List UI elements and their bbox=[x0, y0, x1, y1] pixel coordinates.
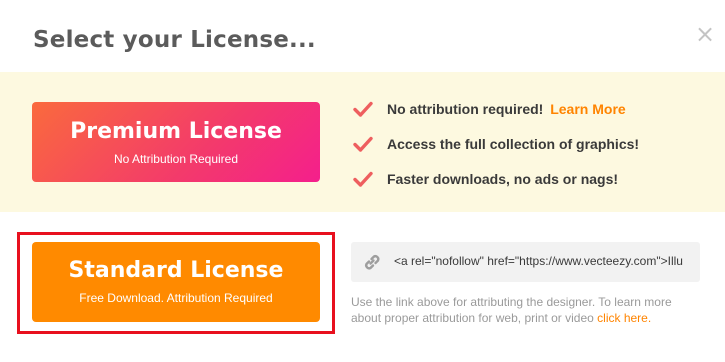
link-icon bbox=[365, 255, 380, 270]
attribution-note: Use the link above for attributing the d… bbox=[351, 294, 696, 326]
click-here-link[interactable]: click here. bbox=[597, 311, 651, 325]
attribution-code-text[interactable]: <a rel="nofollow" href="https://www.vect… bbox=[394, 254, 683, 268]
standard-license-subtitle: Free Download. Attribution Required bbox=[79, 291, 273, 305]
feature-item: No attribution required! Learn More bbox=[352, 98, 639, 133]
feature-text: Access the full collection of graphics! bbox=[387, 136, 640, 152]
feature-item: Faster downloads, no ads or nags! bbox=[352, 168, 639, 203]
modal-title: Select your License... bbox=[33, 27, 316, 53]
standard-license-button[interactable]: Standard License Free Download. Attribut… bbox=[32, 242, 320, 322]
check-icon bbox=[353, 136, 373, 152]
license-modal: Select your License... × Premium License… bbox=[0, 0, 725, 362]
check-icon bbox=[353, 171, 373, 187]
premium-license-subtitle: No Attribution Required bbox=[113, 152, 239, 166]
check-icon bbox=[353, 101, 373, 117]
learn-more-link[interactable]: Learn More bbox=[550, 101, 625, 117]
feature-item: Access the full collection of graphics! bbox=[352, 133, 639, 168]
premium-license-title: Premium License bbox=[70, 119, 282, 144]
feature-text: Faster downloads, no ads or nags! bbox=[387, 171, 619, 187]
standard-license-title: Standard License bbox=[68, 258, 284, 283]
premium-section: Premium License No Attribution Required … bbox=[0, 72, 725, 212]
close-icon[interactable]: × bbox=[694, 22, 716, 46]
premium-license-button[interactable]: Premium License No Attribution Required bbox=[32, 102, 320, 182]
attribution-code-field[interactable]: <a rel="nofollow" href="https://www.vect… bbox=[351, 242, 700, 282]
premium-features-list: No attribution required! Learn More Acce… bbox=[352, 98, 639, 203]
feature-text: No attribution required! bbox=[387, 101, 544, 117]
